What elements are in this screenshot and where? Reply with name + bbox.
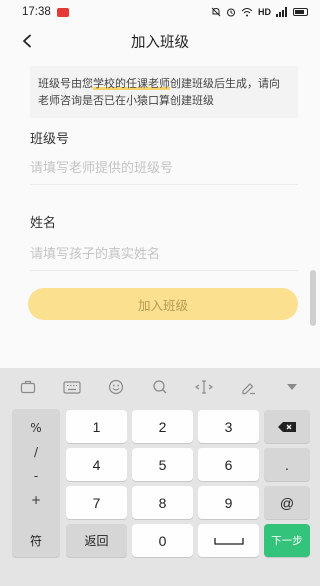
symbol-mode-key[interactable]: 符 bbox=[12, 524, 60, 557]
alarm-icon bbox=[227, 8, 235, 17]
notice-highlight: 学校的任课老师 bbox=[93, 77, 170, 90]
divider bbox=[30, 184, 298, 185]
mute-icon bbox=[211, 7, 221, 17]
key-2[interactable]: 2 bbox=[132, 410, 193, 443]
backspace-icon bbox=[278, 421, 296, 432]
space-key[interactable] bbox=[198, 524, 259, 557]
notification-badge-icon bbox=[56, 7, 69, 17]
status-icons: HD bbox=[211, 7, 308, 17]
cursor-icon[interactable] bbox=[193, 376, 215, 398]
chevron-left-icon bbox=[23, 34, 31, 48]
emoji-icon[interactable] bbox=[105, 376, 127, 398]
symbol-key[interactable]: % bbox=[12, 421, 60, 435]
collapse-icon[interactable] bbox=[281, 376, 303, 398]
notice-text-1: 班级号由您 bbox=[38, 77, 93, 90]
network-type: HD bbox=[258, 7, 271, 17]
battery-icon bbox=[293, 8, 308, 16]
keyboard-icon[interactable] bbox=[61, 376, 83, 398]
search-icon[interactable] bbox=[149, 376, 171, 398]
back-button[interactable] bbox=[14, 29, 40, 53]
status-time: 17:38 bbox=[22, 6, 51, 18]
symbol-key[interactable]: - bbox=[12, 469, 60, 483]
keyboard-toolbar bbox=[0, 368, 320, 406]
key-0[interactable]: 0 bbox=[132, 524, 193, 557]
info-notice: 班级号由您学校的任课老师创建班级后生成，请向老师咨询是否已在小猿口算创建班级 bbox=[30, 66, 298, 118]
space-icon bbox=[213, 537, 244, 545]
key-3[interactable]: 3 bbox=[198, 410, 259, 443]
symbol-key[interactable]: + bbox=[12, 493, 60, 507]
status-bar: 17:38 HD bbox=[0, 0, 320, 24]
page-title: 加入班级 bbox=[131, 34, 189, 51]
divider bbox=[30, 270, 298, 271]
at-key[interactable]: @ bbox=[264, 486, 310, 519]
scrollbar[interactable] bbox=[310, 270, 316, 326]
symbol-key[interactable]: / bbox=[12, 445, 60, 459]
wifi-icon bbox=[241, 8, 253, 17]
key-9[interactable]: 9 bbox=[198, 486, 259, 519]
key-1[interactable]: 1 bbox=[66, 410, 127, 443]
edit-icon[interactable] bbox=[237, 376, 259, 398]
return-key[interactable]: 返回 bbox=[66, 524, 127, 557]
name-label: 姓名 bbox=[30, 216, 57, 231]
next-step-button[interactable]: 下一步 bbox=[264, 524, 310, 557]
form-content: 班级号由您学校的任课老师创建班级后生成，请向老师咨询是否已在小猿口算创建班级 班… bbox=[0, 58, 320, 368]
symbol-column[interactable]: % / - + bbox=[12, 409, 60, 541]
key-8[interactable]: 8 bbox=[132, 486, 193, 519]
child-name-input[interactable] bbox=[30, 240, 296, 268]
class-number-input[interactable] bbox=[30, 154, 296, 182]
briefcase-icon[interactable] bbox=[17, 376, 39, 398]
signal-icon bbox=[276, 7, 287, 17]
class-number-label: 班级号 bbox=[30, 132, 70, 147]
numeric-keyboard: % / - + 1 2 3 4 5 6 . 7 8 9 @ 符 返回 0 下一步 bbox=[0, 406, 320, 586]
key-4[interactable]: 4 bbox=[66, 448, 127, 481]
delete-button[interactable] bbox=[264, 410, 310, 443]
key-5[interactable]: 5 bbox=[132, 448, 193, 481]
key-7[interactable]: 7 bbox=[66, 486, 127, 519]
nav-bar: 加入班级 bbox=[0, 24, 320, 58]
join-class-button[interactable]: 加入班级 bbox=[28, 288, 298, 320]
key-6[interactable]: 6 bbox=[198, 448, 259, 481]
dot-key[interactable]: . bbox=[264, 448, 310, 481]
